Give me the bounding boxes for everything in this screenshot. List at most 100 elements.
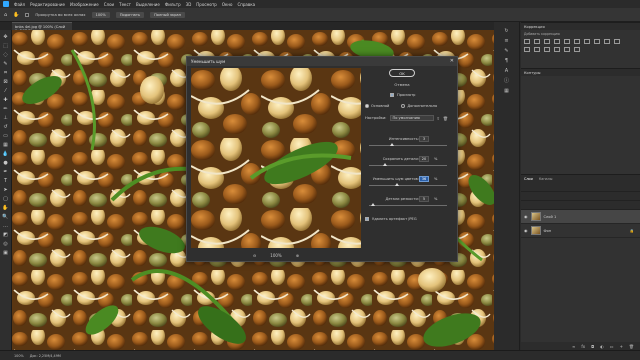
preserve-details-slider-knob[interactable]: [382, 163, 387, 166]
ok-button[interactable]: OK: [389, 69, 415, 77]
move-tool-icon[interactable]: ✥: [2, 34, 9, 40]
menu-window[interactable]: Окно: [222, 2, 233, 7]
status-zoom[interactable]: 100%: [14, 354, 24, 358]
menu-view[interactable]: Просмотр: [196, 2, 217, 7]
curves-icon[interactable]: [544, 39, 550, 44]
scroll-all-checkbox[interactable]: [25, 12, 30, 17]
cancel-button[interactable]: Отмена: [389, 81, 415, 89]
reduce-color-noise-slider-track[interactable]: [369, 185, 447, 186]
gradient-map-icon[interactable]: [564, 47, 570, 52]
save-preset-icon[interactable]: ⇪: [437, 116, 440, 121]
stamp-tool-icon[interactable]: ⊥: [2, 115, 9, 121]
menu-image[interactable]: Изображение: [70, 2, 99, 7]
healing-tool-icon[interactable]: ✚: [2, 97, 9, 103]
zoom-in-icon[interactable]: ⊕: [296, 253, 299, 258]
mode-basic-radio[interactable]: [365, 104, 369, 108]
sharpen-details-input[interactable]: 5: [419, 196, 429, 202]
lasso-tool-icon[interactable]: ◌: [2, 52, 9, 58]
eyedropper-tool-icon[interactable]: ⁄: [2, 88, 9, 94]
swatches-icon[interactable]: ▦: [503, 88, 510, 94]
preview-checkbox[interactable]: [390, 93, 394, 97]
new-group-icon[interactable]: ▭: [610, 344, 614, 349]
marquee-tool-icon[interactable]: ⬚: [2, 43, 9, 49]
menu-select[interactable]: Выделение: [136, 2, 160, 7]
frame-tool-icon[interactable]: ⊠: [2, 79, 9, 85]
menu-3d[interactable]: 3D: [186, 2, 192, 7]
hand-tool-icon[interactable]: ✋: [2, 205, 9, 211]
visibility-eye-icon[interactable]: ◉: [524, 228, 528, 233]
close-icon[interactable]: ✕: [450, 58, 454, 64]
zoom-tool-icon[interactable]: 🔍: [2, 214, 9, 220]
dodge-tool-icon[interactable]: ●: [2, 160, 9, 166]
invert-icon[interactable]: [534, 47, 540, 52]
visibility-eye-icon[interactable]: ◉: [524, 214, 528, 219]
info-icon[interactable]: ⓘ: [503, 78, 510, 84]
hand-tool-icon[interactable]: ✋: [13, 12, 19, 18]
filter-preview[interactable]: [191, 68, 361, 248]
history-icon[interactable]: ↻: [503, 28, 510, 34]
blur-tool-icon[interactable]: 💧: [2, 151, 9, 157]
quick-mask-icon[interactable]: ◎: [2, 241, 9, 247]
layers-opacity-row[interactable]: [521, 192, 640, 201]
brush-settings-icon[interactable]: ✎: [503, 48, 510, 54]
gradient-tool-icon[interactable]: ▦: [2, 142, 9, 148]
type-tool-icon[interactable]: T: [2, 178, 9, 184]
strength-slider-knob[interactable]: [390, 143, 395, 146]
vibrance-icon[interactable]: [564, 39, 570, 44]
settings-dropdown[interactable]: По умолчанию: [389, 115, 434, 121]
sharpen-details-slider-track[interactable]: [369, 205, 447, 206]
quick-select-tool-icon[interactable]: ✎: [2, 61, 9, 67]
trash-icon[interactable]: 🗑: [629, 344, 634, 349]
screen-mode-icon[interactable]: ▣: [2, 250, 9, 256]
layers-controls[interactable]: [521, 183, 640, 192]
new-layer-icon[interactable]: +: [620, 344, 623, 349]
delete-preset-icon[interactable]: 🗑: [443, 116, 448, 121]
photo-filter-icon[interactable]: [604, 39, 610, 44]
path-select-tool-icon[interactable]: ➤: [2, 187, 9, 193]
mode-advanced-option[interactable]: Дополнительно: [401, 104, 437, 108]
selective-color-icon[interactable]: [574, 47, 580, 52]
zoom-100-button[interactable]: 100%: [91, 11, 110, 18]
channel-mixer-icon[interactable]: [614, 39, 620, 44]
brush-tool-icon[interactable]: ✏: [2, 106, 9, 112]
jpeg-artifact-checkbox[interactable]: [365, 217, 369, 221]
reduce-color-noise-slider-knob[interactable]: [395, 183, 400, 186]
link-layers-icon[interactable]: ∞: [572, 344, 575, 349]
eraser-tool-icon[interactable]: ▭: [2, 133, 9, 139]
menu-text[interactable]: Текст: [119, 2, 131, 7]
color-lookup-icon[interactable]: [524, 47, 530, 52]
mode-basic-option[interactable]: Основной: [365, 104, 389, 108]
menu-edit[interactable]: Редактирование: [30, 2, 65, 7]
preserve-details-slider-track[interactable]: [369, 165, 447, 166]
tab-channels[interactable]: Каналы: [539, 177, 553, 181]
threshold-icon[interactable]: [554, 47, 560, 52]
shape-tool-icon[interactable]: ▢: [2, 196, 9, 202]
color-swatches-icon[interactable]: ◩: [2, 232, 9, 238]
levels-icon[interactable]: [534, 39, 540, 44]
menu-filter[interactable]: Фильтр: [165, 2, 181, 7]
preserve-details-input[interactable]: 20: [419, 156, 429, 162]
document-tab[interactable]: bnbs 4el.jpg @ 100% (Слой 1, RGB/8): [12, 22, 72, 33]
home-icon[interactable]: ⌂: [4, 12, 7, 18]
add-mask-icon[interactable]: ◘: [591, 344, 594, 349]
hue-saturation-icon[interactable]: [574, 39, 580, 44]
strength-slider-track[interactable]: [369, 145, 447, 146]
mode-advanced-radio[interactable]: [401, 104, 406, 108]
paragraph-icon[interactable]: ¶: [503, 58, 510, 64]
menu-file[interactable]: Файл: [14, 2, 25, 7]
layer-row[interactable]: ◉ Слой 1: [521, 210, 640, 224]
layers-lock-row[interactable]: [521, 201, 640, 210]
sharpen-details-slider-knob[interactable]: [370, 203, 375, 206]
strength-input[interactable]: 3: [419, 136, 429, 142]
history-brush-tool-icon[interactable]: ↺: [2, 124, 9, 130]
character-icon[interactable]: A: [503, 68, 510, 74]
jpeg-artifact-row[interactable]: Удалить артефакт JPEG: [365, 217, 417, 221]
posterize-icon[interactable]: [544, 47, 550, 52]
reduce-color-noise-input[interactable]: 36: [419, 176, 429, 182]
pen-tool-icon[interactable]: ✒: [2, 169, 9, 175]
more-tools-icon[interactable]: …: [2, 223, 9, 229]
black-white-icon[interactable]: [594, 39, 600, 44]
preview-checkbox-row[interactable]: Просмотр: [390, 93, 415, 97]
crop-tool-icon[interactable]: ⌗: [2, 70, 9, 76]
fx-icon[interactable]: fx: [581, 344, 585, 349]
